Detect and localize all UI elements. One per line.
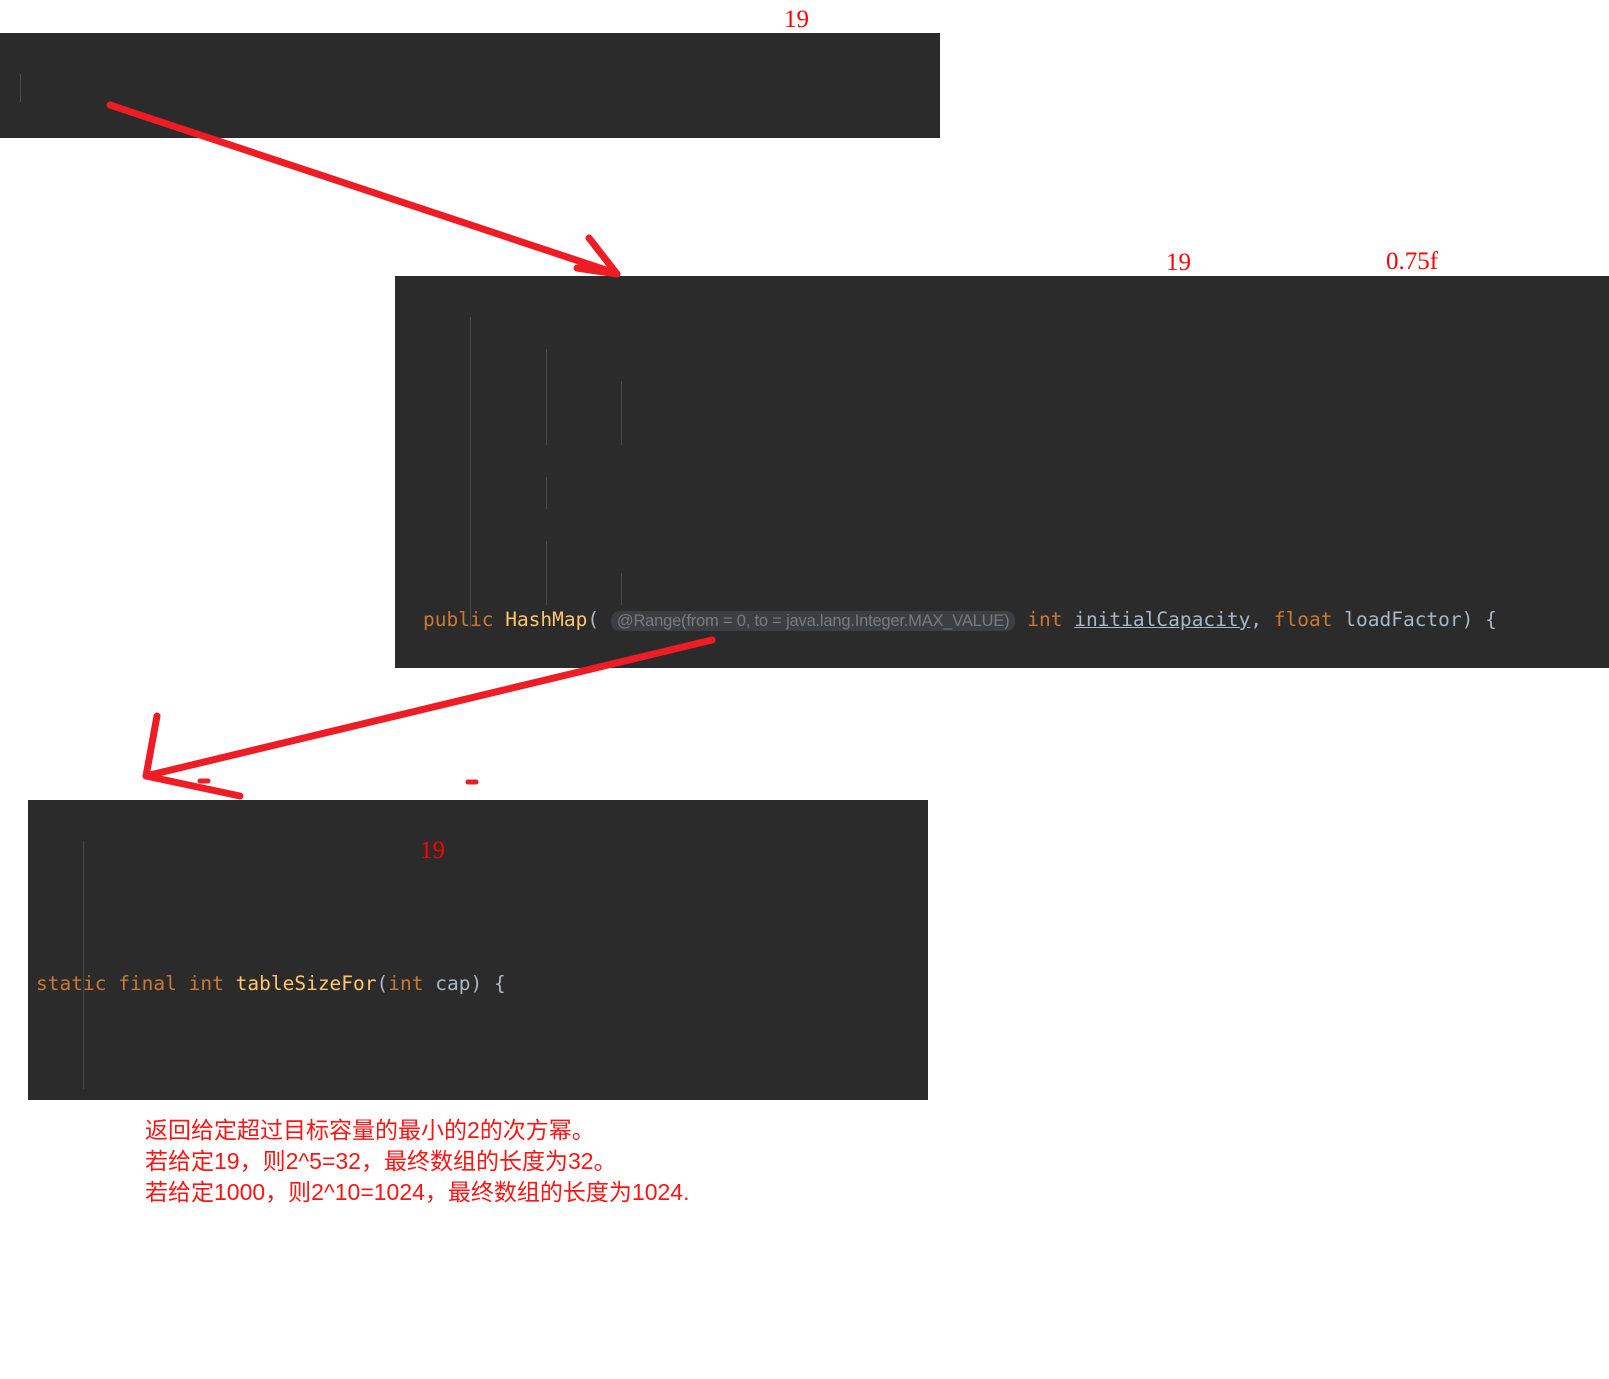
token-method-tablesizefor: tableSizeFor [235,972,377,995]
indent-guide [621,381,622,445]
token-method-hashmap: HashMap [505,608,588,631]
code-block-hashmap-ctor-1arg: public HashMap( @Range(from = 0, to = ja… [0,33,940,138]
token-keyword-public: public [423,608,494,631]
indent-guide [546,541,547,605]
token-paren-brace: ) { [470,972,506,995]
token-comma: , [1250,608,1274,631]
inlay-hint-range: @Range(from = 0, to = java.lang.Integer.… [610,611,1016,631]
code-block-table-size-for: static final int tableSizeFor(int cap) {… [28,800,928,1100]
token-param-loadfactor: loadFactor [1344,608,1462,631]
token-keyword-int: int [388,972,424,995]
token-keyword-float: float [1273,608,1333,631]
annotation-loadfactor-075f: 0.75f [1386,248,1439,275]
indent-guide [546,349,547,445]
token-paren: ( [587,608,600,631]
indent-guide [470,317,471,627]
note-line-2: 若给定19，则2^5=32，最终数组的长度为32。 [145,1148,617,1174]
indent-guide [546,477,547,509]
token-keyword-static: static [36,972,107,995]
token-paren: ( [376,972,389,995]
indent-guide [621,573,622,605]
token-param-cap: cap [435,972,471,995]
token-paren-brace: ) { [1461,608,1497,631]
note-line-3: 若给定1000，则2^10=1024，最终数组的长度为1024. [145,1179,690,1205]
code-line: int n = cap - 1; [36,1096,928,1100]
code-line: static final int tableSizeFor(int cap) { [36,968,928,1000]
code-line: public HashMap( @Range(from = 0, to = ja… [423,604,1609,636]
token-keyword-int: int [1027,608,1063,631]
token-param-initialcapacity: initialCapacity [1074,608,1251,631]
code-block-hashmap-ctor-2arg: public HashMap( @Range(from = 0, to = ja… [395,276,1609,668]
annotation-capacity-19-top: 19 [784,6,809,33]
indent-guide [83,841,84,1089]
token-keyword-final: final [118,972,177,995]
annotation-capacity-19-bottom: 19 [420,837,445,864]
note-line-1: 返回给定超过目标容量的最小的2的次方幂。 [145,1117,595,1143]
token-keyword-int: int [188,972,224,995]
indent-guide [20,74,21,102]
annotation-capacity-19-middle: 19 [1166,249,1191,276]
